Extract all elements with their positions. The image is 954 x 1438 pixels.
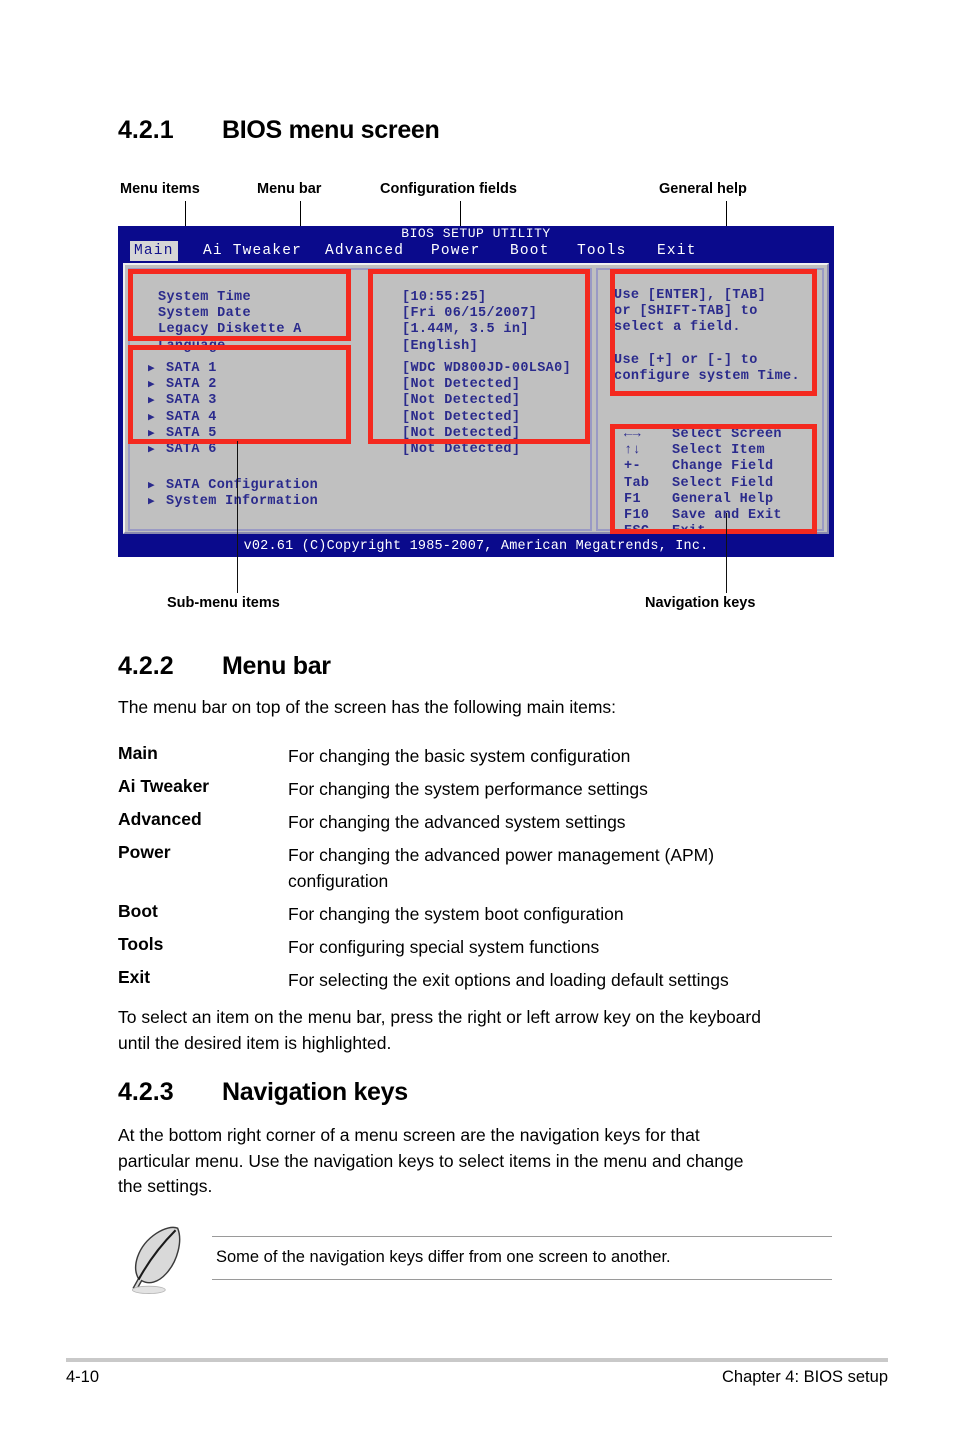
- menu-bar-term-ai-tweaker: Ai Tweaker: [118, 776, 210, 796]
- menu-bar-def-main: For changing the basic system configurat…: [288, 746, 631, 766]
- bios-tab-ai-tweaker[interactable]: Ai Tweaker: [199, 241, 306, 261]
- menu-bar-term-power: Power: [118, 842, 171, 862]
- leader-navigation-keys: [726, 513, 727, 593]
- page-number: 4-10: [66, 1368, 100, 1386]
- note-feather-icon: [131, 1226, 181, 1294]
- menu-bar-term-exit: Exit: [118, 967, 151, 987]
- callout-menu-items: Menu items: [120, 181, 200, 197]
- menu-bar-def-boot: For changing the system boot configurati…: [288, 904, 624, 924]
- menu-bar-outro: To select an item on the menu bar, press…: [118, 1007, 761, 1053]
- bios-tab-power[interactable]: Power: [427, 241, 485, 261]
- footer-rule: [66, 1358, 888, 1362]
- chapter-label: Chapter 4: BIOS setup: [721, 1368, 888, 1386]
- navigation-keys-body: At the bottom right corner of a menu scr…: [118, 1125, 744, 1196]
- sata-arrow-icons: ▶ ▶ ▶ ▶ ▶ ▶: [148, 363, 155, 457]
- bios-tab-advanced[interactable]: Advanced: [321, 241, 408, 261]
- bios-right-panel: Use [ENTER], [TAB] or [SHIFT-TAB] to sel…: [596, 268, 824, 539]
- menu-bar-def-exit: For selecting the exit options and loadi…: [288, 970, 729, 990]
- bios-menu-bar: Main Ai Tweaker Advanced Power Boot Tool…: [118, 241, 834, 261]
- note-rule-bottom: [212, 1279, 832, 1280]
- menu-bar-def-ai-tweaker: For changing the system performance sett…: [288, 779, 648, 799]
- bios-tab-boot[interactable]: Boot: [506, 241, 554, 261]
- callout-navigation-keys: Navigation keys: [645, 595, 756, 611]
- callout-sub-menu-items: Sub-menu items: [167, 595, 280, 611]
- note-text: Some of the navigation keys differ from …: [216, 1248, 671, 1266]
- callout-configuration-fields: Configuration fields: [380, 181, 517, 197]
- submenu-arrow-icons: ▶ ▶: [148, 480, 155, 509]
- note-rule-top: [212, 1236, 832, 1237]
- section-4-2-3-number: 4.2.3: [118, 1078, 174, 1106]
- bios-general-help-text: Use [ENTER], [TAB] or [SHIFT-TAB] to sel…: [614, 288, 800, 385]
- bios-menu-items-group-1[interactable]: System Time System Date Legacy Diskette …: [158, 290, 302, 355]
- menu-bar-term-tools: Tools: [118, 934, 164, 954]
- section-4-2-1-number: 4.2.1: [118, 116, 174, 144]
- bios-tab-exit[interactable]: Exit: [653, 241, 701, 261]
- bios-config-fields-group-1[interactable]: [10:55:25] [Fri 06/15/2007] [1.44M, 3.5 …: [402, 290, 537, 355]
- menu-bar-def-power: For changing the advanced power manageme…: [288, 845, 715, 891]
- bios-tab-tools[interactable]: Tools: [573, 241, 631, 261]
- section-4-2-1-title: BIOS menu screen: [222, 116, 440, 144]
- callout-general-help: General help: [659, 181, 747, 197]
- bios-config-fields-group-2[interactable]: [WDC WD800JD-00LSA0] [Not Detected] [Not…: [402, 361, 571, 458]
- callout-menu-bar: Menu bar: [257, 181, 322, 197]
- bios-menu-items-group-2[interactable]: SATA 1 SATA 2 SATA 3 SATA 4 SATA 5 SATA …: [166, 361, 217, 458]
- section-4-2-2-title: Menu bar: [222, 652, 331, 680]
- menu-bar-term-boot: Boot: [118, 901, 158, 921]
- bios-title: BIOS SETUP UTILITY: [401, 226, 551, 241]
- section-4-2-3-title: Navigation keys: [222, 1078, 408, 1106]
- menu-bar-intro: The menu bar on top of the screen has th…: [118, 697, 617, 717]
- bios-left-panel: System Time System Date Legacy Diskette …: [128, 268, 592, 531]
- menu-bar-term-advanced: Advanced: [118, 809, 202, 829]
- leader-sub-menu-items: [237, 441, 238, 593]
- bios-submenu-items[interactable]: SATA Configuration System Information: [166, 478, 318, 510]
- bios-tab-main[interactable]: Main: [130, 241, 178, 261]
- bios-navigation-keys-keys: ←→ ↑↓ +- Tab F1 F10 ESC: [624, 427, 650, 540]
- bios-setup-screen: BIOS SETUP UTILITY Main Ai Tweaker Advan…: [118, 226, 834, 557]
- bios-body: System Time System Date Legacy Diskette …: [123, 263, 829, 539]
- menu-bar-def-advanced: For changing the advanced system setting…: [288, 812, 626, 832]
- menu-bar-term-main: Main: [118, 743, 158, 763]
- menu-bar-def-tools: For configuring special system functions: [288, 937, 600, 957]
- section-4-2-2-number: 4.2.2: [118, 652, 174, 680]
